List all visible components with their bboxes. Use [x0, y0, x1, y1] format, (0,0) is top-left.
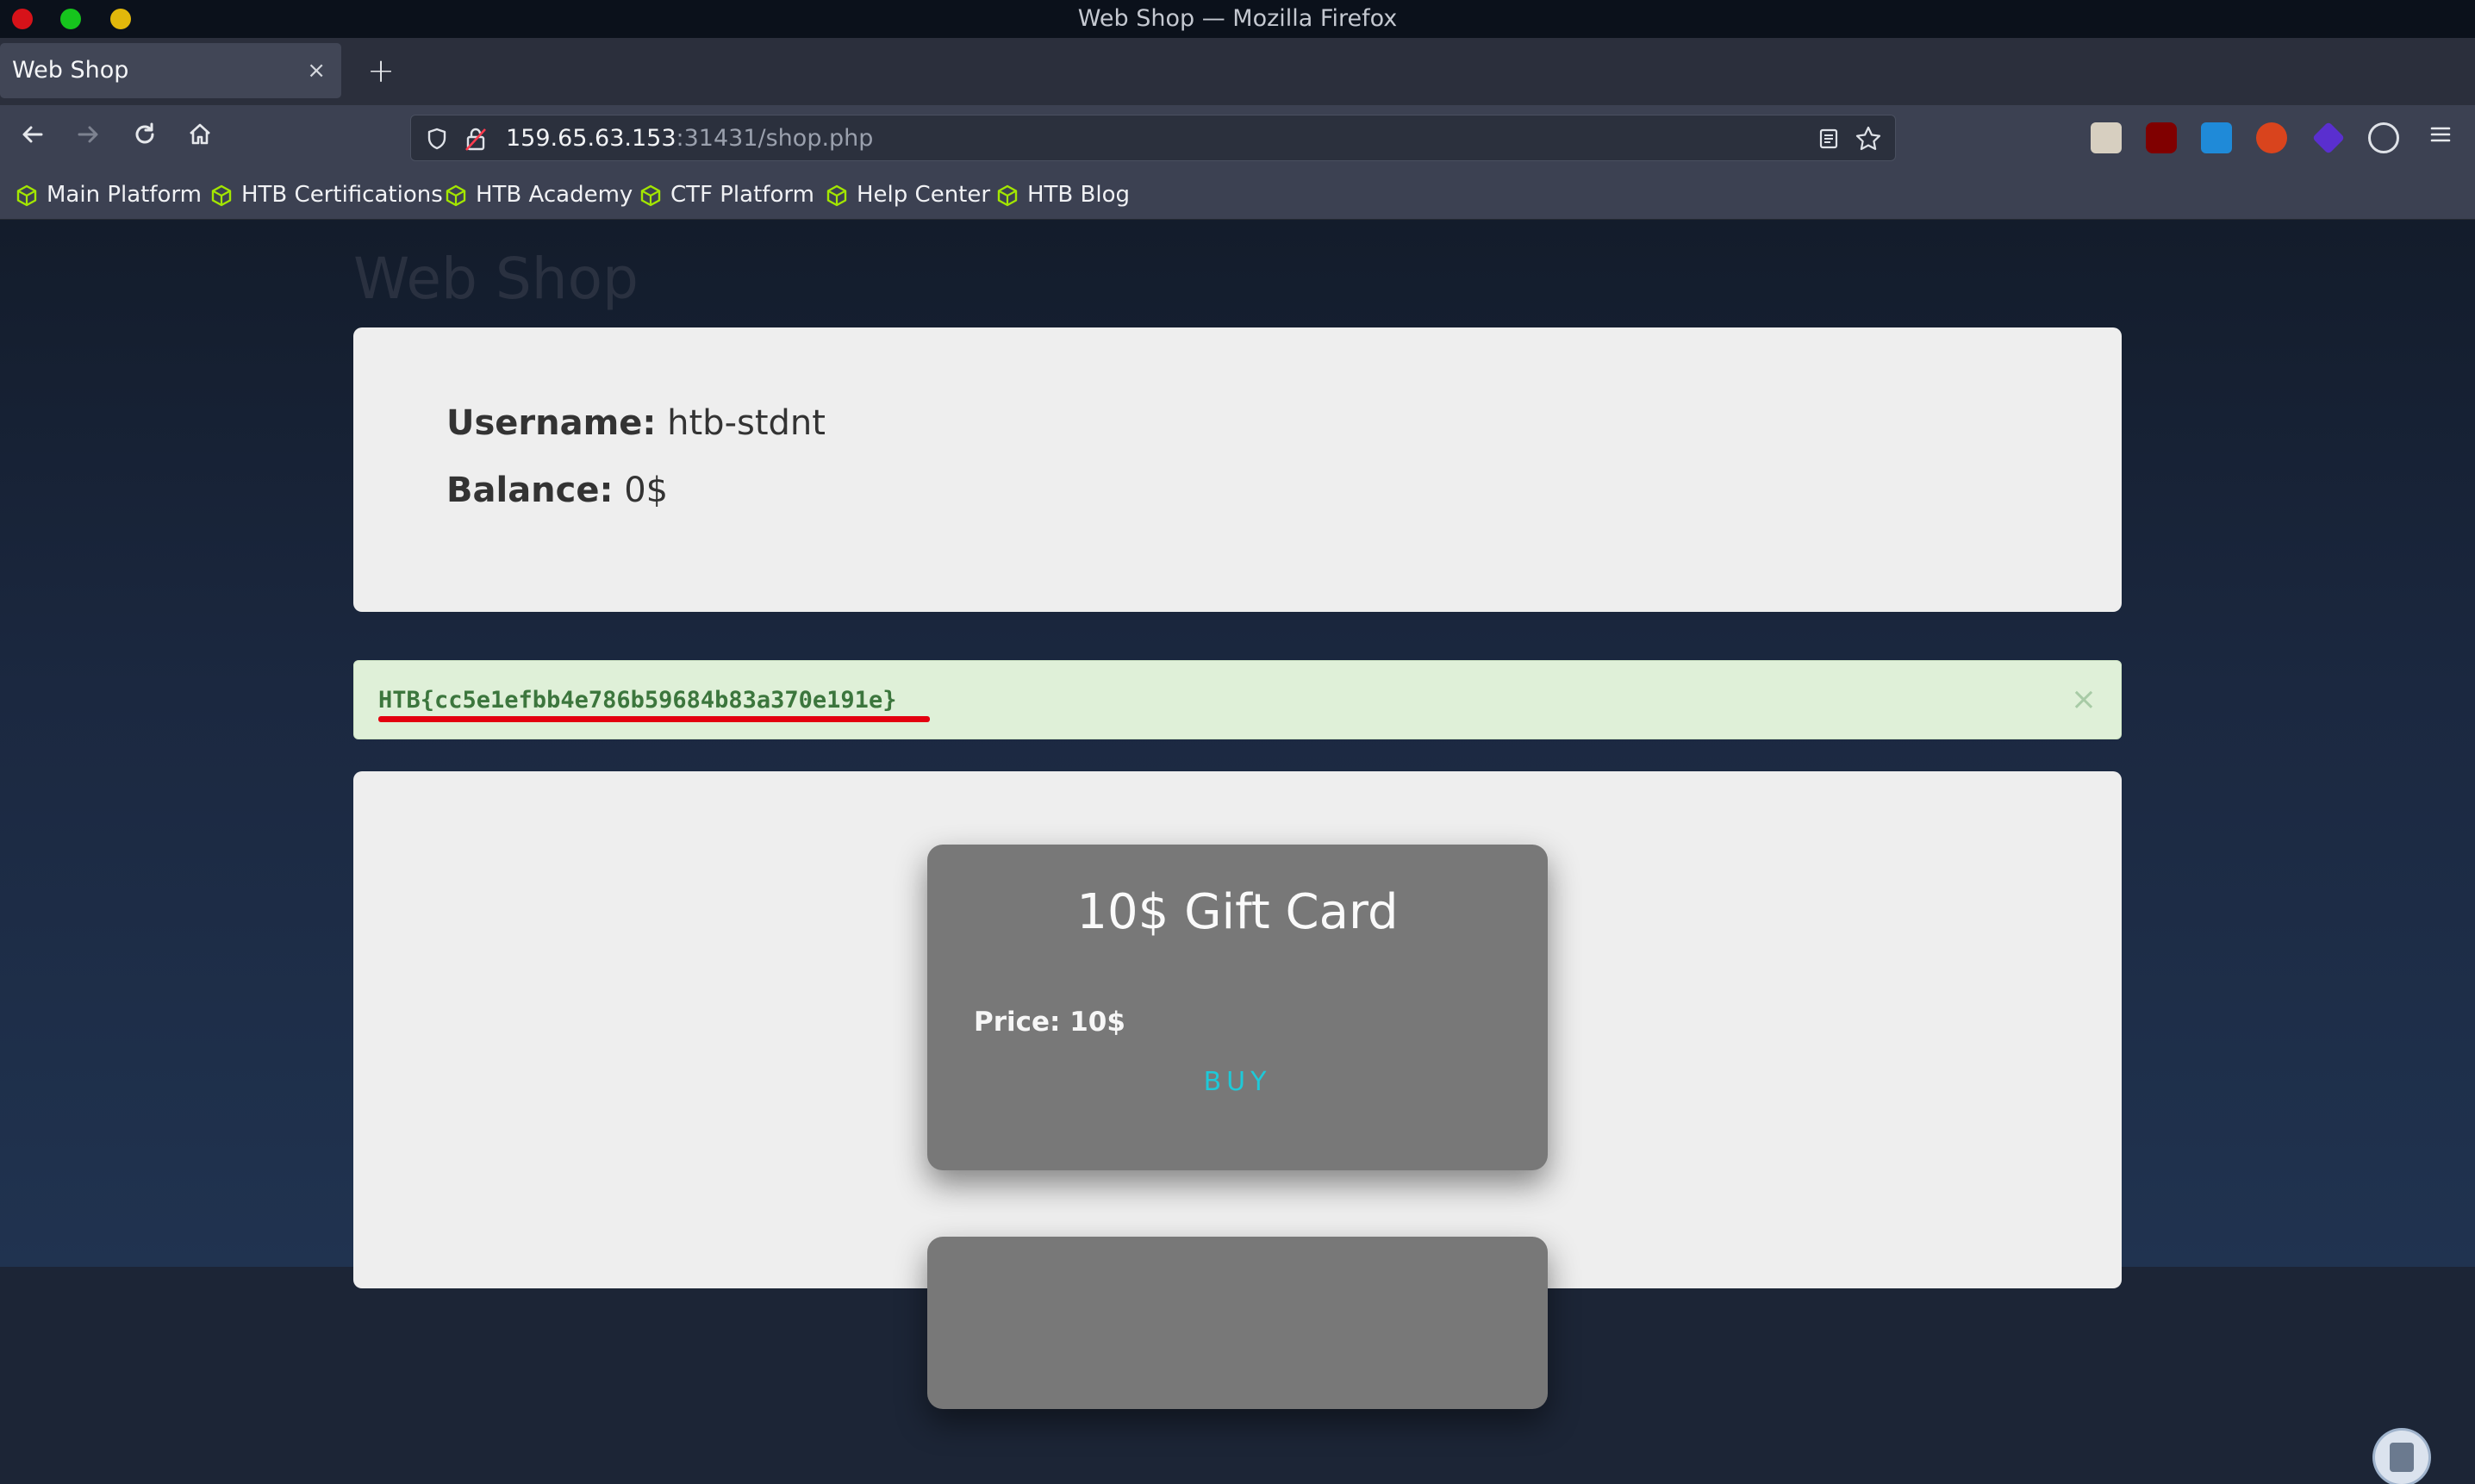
htb-cube-icon [997, 184, 1018, 207]
htb-cube-icon [211, 184, 232, 207]
app-menu-button[interactable] [2423, 121, 2458, 155]
insecure-lock-icon[interactable] [464, 126, 487, 152]
url-path: :31431/shop.php [676, 125, 874, 152]
reload-icon [135, 122, 154, 144]
username-label: Username: [446, 403, 657, 443]
hamburger-menu-icon [2430, 127, 2451, 142]
new-tab-button[interactable]: + [364, 53, 398, 88]
gift-card-price: Price: 10$ [974, 1007, 1125, 1038]
balance-line: Balance: 0$ [446, 471, 668, 510]
bookmark-label: CTF Platform [670, 182, 814, 208]
tab-strip: Web Shop × + [0, 38, 2475, 105]
balance-label: Balance: [446, 471, 614, 510]
bookmark-label: Help Center [857, 182, 991, 208]
back-button[interactable] [16, 121, 50, 155]
username-line: Username: htb-stdnt [446, 403, 826, 443]
gift-card-item: 10$ Gift Card Price: 10$ BUY [927, 845, 1548, 1170]
navigation-toolbar: 159.65.63.153:31431/shop.php [0, 105, 2475, 171]
gift-card-title: 10$ Gift Card [1076, 884, 1399, 940]
url-host: 159.65.63.153 [506, 125, 676, 152]
bookmark-main-platform[interactable]: Main Platform [16, 171, 202, 219]
extension-s-icon[interactable] [2201, 122, 2232, 153]
bookmark-star-icon[interactable] [1854, 124, 1883, 153]
window-titlebar: Web Shop — Mozilla Firefox [0, 0, 2475, 38]
tab-close-icon[interactable]: × [307, 43, 326, 98]
htb-cube-icon [446, 184, 466, 207]
username-value: htb-stdnt [667, 403, 826, 443]
bookmark-help-center[interactable]: Help Center [826, 171, 990, 219]
home-button[interactable] [183, 121, 217, 155]
bookmark-label: HTB Academy [476, 182, 633, 208]
reload-button[interactable] [128, 121, 162, 155]
red-underline-annotation [378, 716, 930, 722]
url-bar[interactable]: 159.65.63.153:31431/shop.php [410, 115, 1896, 161]
extension-cookie-icon[interactable] [2368, 122, 2399, 153]
forward-arrow-icon [78, 126, 98, 143]
htb-cube-icon [640, 184, 661, 207]
clipboard-widget-icon[interactable] [2375, 1431, 2428, 1484]
shop-items-panel: 10$ Gift Card Price: 10$ BUY [353, 771, 2122, 1409]
back-arrow-icon [22, 126, 43, 143]
bookmarks-toolbar: Main Platform HTB Certifications HTB Aca… [0, 171, 2475, 220]
bookmark-htb-academy[interactable]: HTB Academy [445, 171, 633, 219]
tab-web-shop[interactable]: Web Shop × [0, 43, 341, 98]
bookmark-label: HTB Certifications [241, 182, 443, 208]
extension-layers-icon[interactable] [2311, 121, 2346, 155]
account-info-panel: Username: htb-stdnt Balance: 0$ [353, 327, 2122, 612]
tracking-shield-icon[interactable] [425, 127, 449, 151]
extension-foxyproxy-icon[interactable] [2256, 122, 2287, 153]
url-text[interactable]: 159.65.63.153:31431/shop.php [506, 115, 873, 162]
success-alert: HTB{cc5e1efbb4e786b59684b83a370e191e} × [353, 660, 2122, 739]
extension-wappalyzer-icon[interactable] [2091, 122, 2122, 153]
bookmark-htb-blog[interactable]: HTB Blog [996, 171, 1130, 219]
alert-close-icon[interactable]: × [2071, 661, 2097, 739]
reader-view-icon[interactable] [1817, 128, 1840, 150]
htb-cube-icon [16, 184, 37, 207]
page-title: Web Shop [353, 246, 639, 312]
window-title: Web Shop — Mozilla Firefox [1077, 5, 1398, 32]
home-icon [190, 123, 210, 145]
bookmark-htb-certifications[interactable]: HTB Certifications [210, 171, 443, 219]
bookmark-ctf-platform[interactable]: CTF Platform [639, 171, 814, 219]
forward-button[interactable] [71, 121, 105, 155]
gift-card-item [927, 1237, 1548, 1409]
flag-text: HTB{cc5e1efbb4e786b59684b83a370e191e} [378, 687, 897, 714]
extension-ublock-icon[interactable] [2146, 122, 2177, 153]
bookmark-label: Main Platform [47, 182, 202, 208]
buy-button[interactable]: BUY [927, 1067, 1548, 1097]
htb-cube-icon [826, 184, 847, 207]
page-viewport: Web Shop Username: htb-stdnt Balance: 0$… [0, 220, 2475, 1484]
tab-title: Web Shop [12, 57, 129, 84]
balance-value: 0$ [624, 471, 669, 510]
